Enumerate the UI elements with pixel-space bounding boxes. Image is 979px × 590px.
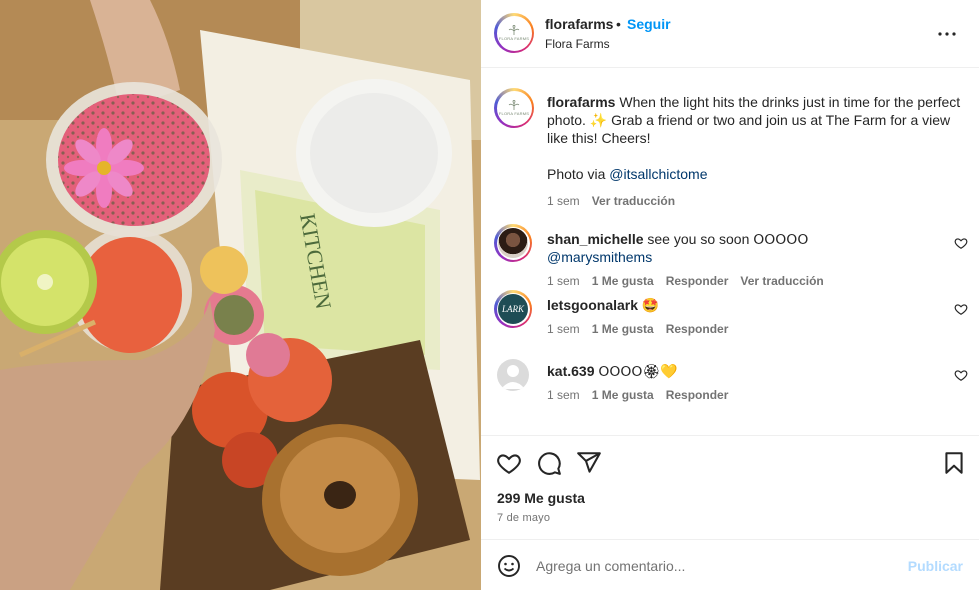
comment-meta: 1 sem 1 Me gusta Responder xyxy=(547,386,917,404)
comment-username[interactable]: letsgoonalark xyxy=(547,297,638,313)
caption-mention-link[interactable]: @itsallchictome xyxy=(609,166,707,182)
leaf-icon xyxy=(508,25,520,35)
avatar-logo-text: FLORA FARMS xyxy=(498,36,530,41)
share-icon[interactable] xyxy=(576,450,602,476)
likes-count[interactable]: 299 Me gusta xyxy=(497,490,585,506)
profile-avatar[interactable]: FLORA FARMS xyxy=(494,13,534,53)
heart-icon[interactable] xyxy=(496,450,522,476)
follow-button[interactable]: Seguir xyxy=(627,16,671,32)
comment-likes[interactable]: 1 Me gusta xyxy=(592,386,654,404)
header-username[interactable]: florafarms xyxy=(545,16,613,32)
lark-logo-text: LARK xyxy=(501,304,524,314)
comment-body: kat.639 𝖮𝖮𝖮𝖮🏵💛 1 sem 1 Me gusta Responde… xyxy=(547,362,917,404)
see-translation-link[interactable]: Ver traducción xyxy=(740,272,823,290)
post-actions: 299 Me gusta 7 de mayo xyxy=(481,435,979,539)
publish-button[interactable]: Publicar xyxy=(908,558,963,574)
small-heart-icon[interactable] xyxy=(954,236,968,250)
reply-button[interactable]: Responder xyxy=(666,320,729,338)
comment-text: 🤩 xyxy=(641,297,660,313)
post-photo[interactable]: KITCHEN xyxy=(0,0,481,590)
comment-avatar[interactable] xyxy=(494,224,532,262)
comment-meta: 1 sem 1 Me gusta Responder Ver traducció… xyxy=(547,272,917,290)
reply-button[interactable]: Responder xyxy=(666,272,729,290)
default-avatar-icon xyxy=(501,365,525,389)
caption-body: florafarms When the light hits the drink… xyxy=(547,93,967,210)
bookmark-icon[interactable] xyxy=(941,450,967,476)
emoji-icon[interactable] xyxy=(497,554,521,578)
comment-username[interactable]: kat.639 xyxy=(547,363,594,379)
see-translation-link[interactable]: Ver traducción xyxy=(592,192,675,210)
comment-time[interactable]: 1 sem xyxy=(547,272,580,290)
leaf-icon xyxy=(508,100,520,110)
comment-meta: 1 sem 1 Me gusta Responder xyxy=(547,320,917,338)
comment-body: letsgoonalark 🤩 1 sem 1 Me gusta Respond… xyxy=(547,296,917,338)
comment-time[interactable]: 1 sem xyxy=(547,386,580,404)
post-header: FLORA FARMS florafarms • Seguir Flora Fa… xyxy=(481,0,979,68)
separator-dot: • xyxy=(616,16,621,32)
more-icon[interactable] xyxy=(935,22,959,46)
comment-likes[interactable]: 1 Me gusta xyxy=(592,272,654,290)
small-heart-icon[interactable] xyxy=(954,368,968,382)
comment-mention-link[interactable]: @marysmithems xyxy=(547,249,652,265)
comment-icon[interactable] xyxy=(536,450,562,476)
small-heart-icon[interactable] xyxy=(954,302,968,316)
comment-body: shan_michelle see you so soon 𝖮𝖮𝖮𝖮𝖮 @mar… xyxy=(547,230,917,290)
comment-text: 𝖮𝖮𝖮𝖮🏵💛 xyxy=(598,363,678,379)
comment-username[interactable]: shan_michelle xyxy=(547,231,644,247)
add-comment-bar: Publicar xyxy=(481,539,979,590)
post-panel: FLORA FARMS florafarms • Seguir Flora Fa… xyxy=(481,0,979,590)
reply-button[interactable]: Responder xyxy=(666,386,729,404)
avatar-logo-text: FLORA FARMS xyxy=(498,111,530,116)
comment-avatar[interactable] xyxy=(497,359,529,391)
post-date[interactable]: 7 de mayo xyxy=(497,512,550,524)
caption-avatar[interactable]: FLORA FARMS xyxy=(494,88,534,128)
caption-photo-credit: Photo via xyxy=(547,166,610,182)
comment-avatar[interactable]: LARK xyxy=(494,290,532,328)
comment-time[interactable]: 1 sem xyxy=(547,320,580,338)
comment-input[interactable] xyxy=(536,552,896,580)
comments-section[interactable]: FLORA FARMS florafarms When the light hi… xyxy=(481,69,979,434)
caption-username[interactable]: florafarms xyxy=(547,94,615,110)
caption-time[interactable]: 1 sem xyxy=(547,192,580,210)
comment-text: see you so soon 𝖮𝖮𝖮𝖮𝖮 xyxy=(647,231,809,247)
caption-meta: 1 sem Ver traducción xyxy=(547,192,967,210)
location-link[interactable]: Flora Farms xyxy=(545,37,610,51)
comment-likes[interactable]: 1 Me gusta xyxy=(592,320,654,338)
